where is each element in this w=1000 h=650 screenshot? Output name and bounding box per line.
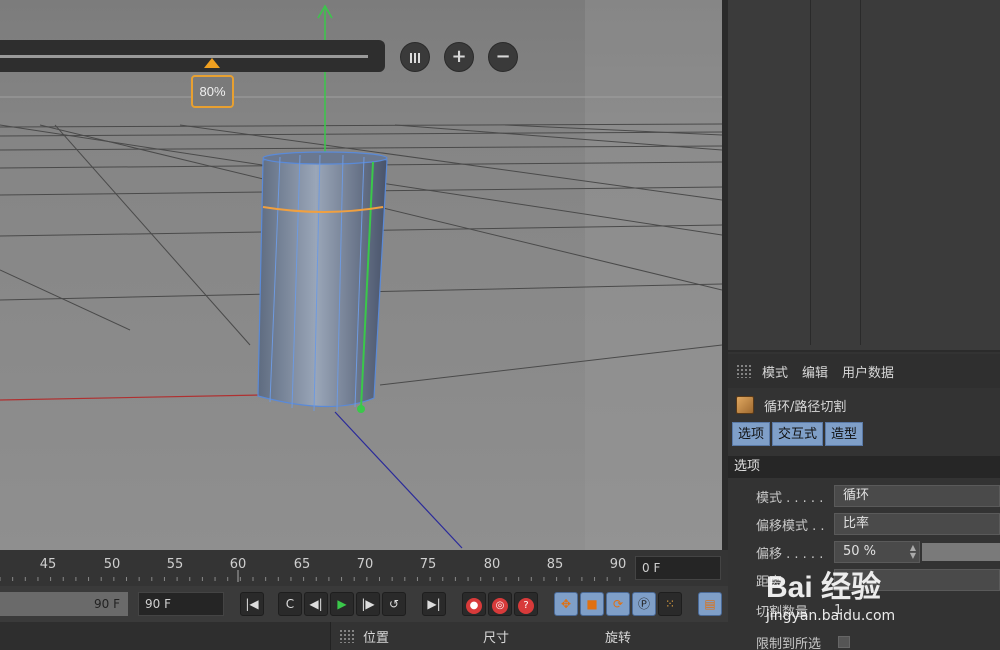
parameter-button[interactable]: Ⓟ	[632, 592, 656, 616]
tick-label: 60	[229, 557, 247, 572]
attribute-tabs: 选项 交互式 造型	[732, 422, 864, 446]
parameter-icon: Ⓟ	[637, 597, 650, 611]
3d-viewport[interactable]: 80% + −	[0, 0, 722, 550]
prop-row-offset-mode: 偏移模式 . . 比率	[728, 512, 1000, 536]
move-button[interactable]: ✥	[554, 592, 578, 616]
timeline-ruler[interactable]: 45 50 55 60 65 70 75 80 85 90	[0, 550, 630, 586]
tick-label: 55	[166, 557, 184, 572]
menu-edit[interactable]: 编辑	[802, 362, 828, 381]
autokey-button[interactable]: ◎	[488, 592, 512, 616]
loop-cut-tool-icon	[736, 396, 754, 414]
pause-button[interactable]	[400, 42, 430, 72]
tab-modeling[interactable]: 造型	[825, 422, 864, 446]
rotate-button[interactable]: ⟳	[606, 592, 630, 616]
coord-rotation-label: 旋转	[605, 630, 632, 646]
offset-mode-dropdown[interactable]: 比率	[834, 513, 1000, 535]
column-divider	[860, 0, 861, 345]
prop-row-restrict: 限制到所选	[728, 630, 1000, 650]
loop-button[interactable]: C	[278, 592, 302, 616]
goto-start-button[interactable]: |◀	[240, 592, 264, 616]
move-icon: ✥	[560, 597, 572, 611]
grip-icon[interactable]	[736, 364, 752, 378]
attributes-menu-bar: 模式 编辑 用户数据	[728, 354, 1000, 388]
tick-label: 45	[39, 557, 57, 572]
remove-cut-button[interactable]: −	[488, 42, 518, 72]
tick-label: 65	[293, 557, 311, 572]
restrict-selection-checkbox[interactable]	[838, 636, 850, 648]
record-button[interactable]: ●	[462, 592, 486, 616]
prev-key-button[interactable]: ◀|	[304, 592, 328, 616]
tick-label: 80	[483, 557, 501, 572]
spinner-icon[interactable]: ▲ ▼	[910, 544, 916, 560]
tick-label: 75	[419, 557, 437, 572]
keyframe-help-icon: ?	[518, 598, 534, 614]
column-divider	[810, 0, 811, 345]
loop-back-button[interactable]: ↺	[382, 592, 406, 616]
autokey-icon: ◎	[492, 598, 508, 614]
grid-button[interactable]: ⁙	[658, 592, 682, 616]
offset-field[interactable]: 50 % ▲ ▼	[834, 541, 920, 563]
keyframe-help-button[interactable]: ?	[514, 592, 538, 616]
offset-slider[interactable]	[922, 543, 1000, 561]
prop-row-offset: 偏移 . . . . . 50 % ▲ ▼	[728, 540, 1000, 564]
goto-end-button[interactable]: ▶|	[422, 592, 446, 616]
play-button[interactable]: ▶	[330, 592, 354, 616]
section-title: 选项	[728, 456, 1000, 478]
record-icon: ●	[466, 598, 482, 614]
tab-interactive[interactable]: 交互式	[772, 422, 824, 446]
menu-mode[interactable]: 模式	[762, 362, 788, 381]
tool-name: 循环/路径切割	[764, 399, 847, 415]
scale-icon: ■	[586, 597, 598, 611]
tool-header: 循环/路径切割	[728, 392, 846, 418]
coordinates-header: 位置 尺寸 旋转	[330, 622, 728, 650]
next-key-button[interactable]: |▶	[356, 592, 380, 616]
pause-icon	[410, 53, 420, 63]
prop-row-mode: 模式 . . . . . 循环	[728, 484, 1000, 508]
scene-canvas	[0, 0, 722, 550]
coord-position-label: 位置	[363, 630, 390, 646]
cut-position-slider[interactable]	[0, 40, 385, 72]
ruler-ticks	[0, 570, 621, 582]
percent-label: 80%	[191, 75, 234, 108]
add-cut-button[interactable]: +	[444, 42, 474, 72]
transport-bar: 90 F 90 F |◀ C ◀| ▶ |▶ ↺ ▶| ● ◎ ? ✥ ■ ⟳ …	[0, 586, 728, 622]
bottom-strip: 位置 尺寸 旋转	[0, 622, 728, 650]
range-end-slider[interactable]: 90 F	[0, 592, 128, 616]
film-icon: ▤	[704, 597, 716, 611]
mode-dropdown[interactable]: 循环	[834, 485, 1000, 507]
cut-count-value[interactable]: 1	[834, 603, 842, 618]
prop-row-distance: 距离	[728, 568, 1000, 592]
tick-label: 85	[546, 557, 564, 572]
grip-icon[interactable]	[339, 629, 355, 643]
object-manager-panel[interactable]	[722, 0, 1000, 350]
slider-handle[interactable]	[204, 58, 220, 68]
frame-display-area: 0 F	[630, 550, 728, 586]
rotate-icon: ⟳	[612, 597, 624, 611]
cylinder-object[interactable]	[257, 151, 388, 413]
tick-label: 50	[103, 557, 121, 572]
tick-label: 90	[609, 557, 627, 572]
scale-button[interactable]: ■	[580, 592, 604, 616]
tab-options[interactable]: 选项	[732, 422, 771, 446]
film-button[interactable]: ▤	[698, 592, 722, 616]
prop-row-cut-count: 切割数量 1	[756, 602, 843, 620]
grid-icon: ⁙	[664, 597, 676, 611]
coord-size-label: 尺寸	[483, 630, 510, 646]
current-frame-field[interactable]: 0 F	[635, 556, 721, 580]
attributes-panel: 模式 编辑 用户数据 循环/路径切割 选项 交互式 造型 选项 模式 . . .…	[728, 352, 1000, 650]
tick-label: 70	[356, 557, 374, 572]
distance-field[interactable]	[834, 569, 1000, 591]
menu-user-data[interactable]: 用户数据	[842, 362, 894, 381]
end-frame-field[interactable]: 90 F	[138, 592, 224, 616]
